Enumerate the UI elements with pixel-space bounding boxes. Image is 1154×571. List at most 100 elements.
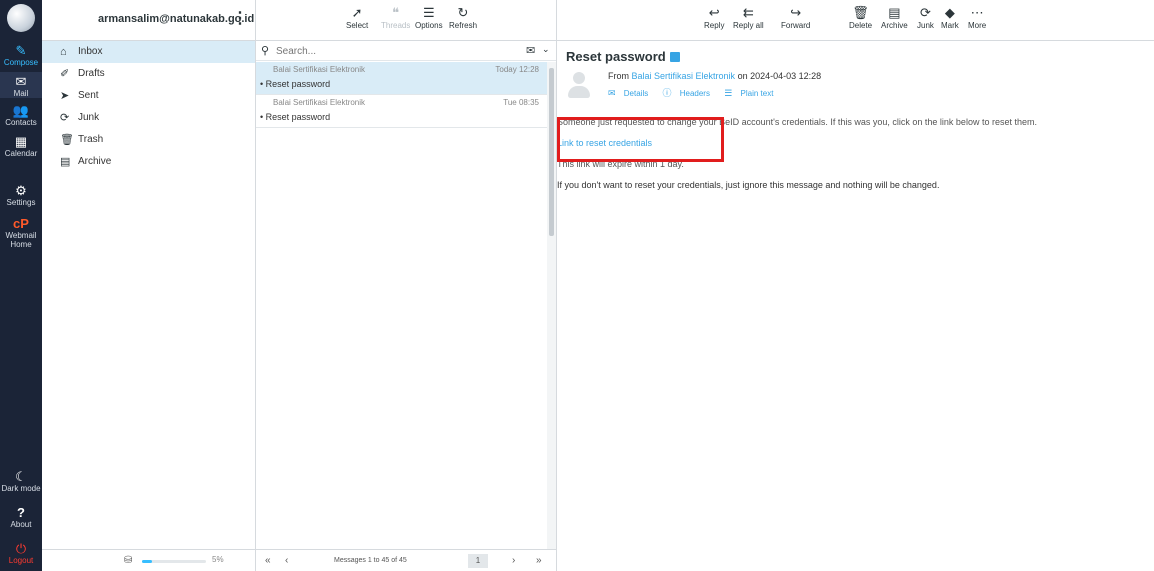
message-count: Messages 1 to 45 of 45 [334, 557, 407, 564]
message-list-panel: ➚ Select ❝ Threads ☰ Options ↻ Refresh ⚲… [256, 0, 557, 571]
folder-trash[interactable]: 🗑 Trash [42, 129, 255, 151]
junk-icon: ⟳ [60, 112, 70, 124]
envelope-icon: ✉ [608, 88, 616, 98]
account-email: armansalim@natunakab.go.id [98, 13, 255, 25]
body-line-4: If you don't want to reset your credenti… [557, 180, 940, 190]
sliders-icon: ☰ [422, 5, 435, 20]
threads-button[interactable]: ❝ Threads [381, 5, 410, 30]
trash-icon: 🗑 [60, 134, 74, 146]
threads-icon: ❝ [392, 5, 400, 20]
message-row[interactable]: Balai Sertifikasi Elektronik Tue 08:35 •… [256, 95, 547, 128]
envelope-icon: ✉ [15, 74, 27, 89]
options-button[interactable]: ☰ Options [415, 5, 443, 30]
message-from: From Balai Sertifikasi Elektronik on 202… [608, 71, 822, 81]
more-button[interactable]: ⋯ More [968, 5, 986, 30]
quota-bar [142, 560, 206, 563]
webmail-app: ✎ Compose ✉ Mail 👥 Contacts ▦ Calendar ⚙… [0, 0, 1154, 571]
moon-icon: ☾ [15, 469, 27, 484]
forward-icon: ↪ [790, 5, 802, 20]
highlight-box [557, 117, 724, 162]
headers-link[interactable]: ⓘ Headers [662, 88, 716, 98]
archive-button[interactable]: ▤ Archive [881, 5, 908, 30]
users-icon: 👥 [12, 103, 30, 118]
nav-settings[interactable]: ⚙ Settings [0, 183, 42, 208]
nav-contacts[interactable]: 👥 Contacts [0, 103, 42, 128]
page-number-input[interactable]: 1 [468, 554, 488, 568]
trash-icon: 🗑 [852, 5, 869, 20]
info-icon: ⓘ [662, 88, 672, 98]
nav-mail[interactable]: ✉ Mail [0, 72, 42, 98]
message-row[interactable]: Balai Sertifikasi Elektronik Today 12:28… [256, 62, 547, 95]
app-logo [7, 4, 35, 32]
account-header: armansalim@natunakab.go.id ⋮ [42, 0, 255, 41]
folder-inbox[interactable]: ⌂ Inbox [42, 41, 255, 63]
pagination-footer: « ‹ Messages 1 to 45 of 45 1 › » [256, 549, 556, 571]
mark-button[interactable]: ◆ Mark [941, 5, 959, 30]
plain-text-link[interactable]: ☰ Plain text [724, 88, 779, 98]
message-toolbar: ↩ Reply ⇇ Reply all ↪ Forward 🗑 Delete ▤… [557, 0, 1154, 41]
search-icon: ⚲ [261, 45, 270, 57]
archive-icon: ▤ [888, 5, 901, 20]
folder-list-panel: armansalim@natunakab.go.id ⋮ ⌂ Inbox ✐ D… [42, 0, 256, 571]
junk-button[interactable]: ⟳ Junk [917, 5, 934, 30]
search-bar: ⚲ ✉ ⌄ [256, 41, 556, 61]
dark-mode-toggle[interactable]: ☾ Dark mode [0, 469, 42, 494]
list-scrollbar[interactable] [547, 62, 556, 550]
logout-button[interactable]: ⏻ Logout [0, 541, 42, 566]
storage-icon: ⛁ [124, 555, 133, 566]
reply-button[interactable]: ↩ Reply [704, 5, 724, 30]
folder-drafts[interactable]: ✐ Drafts [42, 63, 255, 85]
reading-pane: ↩ Reply ⇇ Reply all ↪ Forward 🗑 Delete ▤… [557, 0, 1154, 571]
prev-page-icon[interactable]: ‹ [285, 555, 288, 566]
inbox-icon: ⌂ [60, 46, 67, 58]
message-subject: Reset password [566, 49, 680, 64]
paper-plane-icon: ➤ [60, 90, 70, 102]
pencil-icon: ✐ [60, 68, 70, 80]
kebab-menu-icon[interactable]: ⋮ [232, 8, 248, 28]
reply-all-icon: ⇇ [742, 5, 754, 20]
quota-fill [142, 560, 152, 563]
chevron-down-icon[interactable]: ⌄ [542, 44, 550, 55]
search-input[interactable] [276, 44, 516, 58]
folder-junk[interactable]: ⟳ Junk [42, 107, 255, 129]
reply-icon: ↩ [708, 5, 720, 20]
quota-label: 5% [212, 555, 224, 564]
forward-button[interactable]: ↪ Forward [781, 5, 810, 30]
nav-calendar[interactable]: ▦ Calendar [0, 134, 42, 159]
envelope-filter-icon[interactable]: ✉ [526, 44, 535, 57]
more-icon: ⋯ [970, 5, 984, 20]
compose-icon: ✎ [15, 43, 27, 58]
header-links: ✉ Details ⓘ Headers ☰ Plain text [608, 86, 785, 99]
refresh-button[interactable]: ↻ Refresh [449, 5, 477, 30]
delete-button[interactable]: 🗑 Delete [849, 5, 872, 30]
last-page-icon[interactable]: » [536, 555, 542, 566]
refresh-icon: ↻ [457, 5, 469, 20]
tag-icon: ◆ [944, 5, 955, 20]
folder-sent[interactable]: ➤ Sent [42, 85, 255, 107]
open-external-icon[interactable] [669, 52, 680, 62]
nav-rail: ✎ Compose ✉ Mail 👥 Contacts ▦ Calendar ⚙… [0, 0, 42, 571]
archive-icon: ▤ [60, 156, 71, 168]
power-icon: ⏻ [15, 541, 27, 556]
folder-archive[interactable]: ▤ Archive [42, 151, 255, 173]
details-link[interactable]: ✉ Details [608, 88, 654, 98]
junk-icon: ⟳ [920, 5, 931, 20]
quota-footer: ⛁ 5% [42, 549, 256, 571]
question-icon: ? [17, 505, 25, 520]
cpanel-icon: cP [13, 216, 29, 231]
compose-button[interactable]: ✎ Compose [0, 43, 42, 68]
next-page-icon[interactable]: › [512, 555, 515, 566]
list-toolbar: ➚ Select ❝ Threads ☰ Options ↻ Refresh [256, 0, 556, 41]
cursor-icon: ➚ [351, 5, 363, 20]
scrollbar-thumb[interactable] [549, 68, 554, 236]
sender-link[interactable]: Balai Sertifikasi Elektronik [632, 71, 736, 81]
select-button[interactable]: ➚ Select [346, 5, 368, 30]
reply-all-button[interactable]: ⇇ Reply all [733, 5, 764, 30]
first-page-icon[interactable]: « [265, 555, 271, 566]
calendar-icon: ▦ [14, 134, 28, 149]
nav-about[interactable]: ? About [0, 505, 42, 530]
gear-icon: ⚙ [15, 183, 27, 198]
lines-icon: ☰ [724, 88, 733, 98]
sender-avatar [568, 72, 590, 100]
nav-webmail-home[interactable]: cP Webmail Home [0, 216, 42, 250]
